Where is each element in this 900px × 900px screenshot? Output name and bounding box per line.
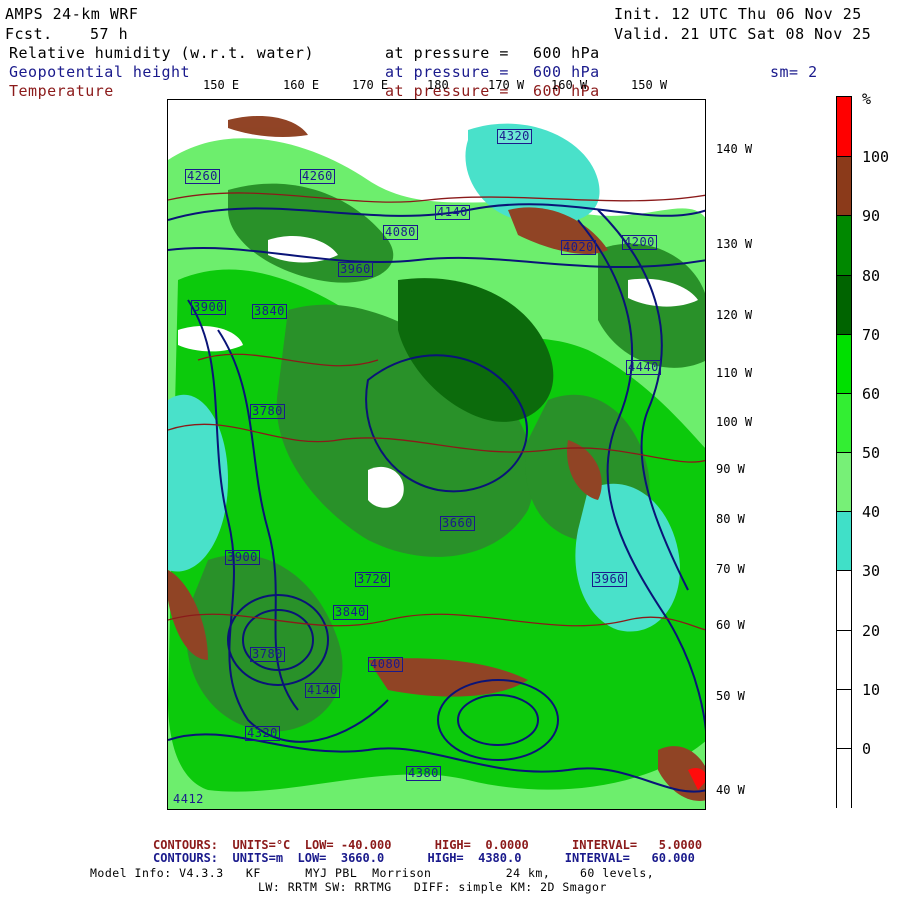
forecast-hour: 57 h xyxy=(90,25,129,43)
lat-label: 90 W xyxy=(716,462,745,476)
lat-label: 50 W xyxy=(716,689,745,703)
contour-label: 4260 xyxy=(300,169,335,184)
contour-label: 4200 xyxy=(622,235,657,250)
rh-shading xyxy=(168,115,705,809)
contour-label: 4260 xyxy=(185,169,220,184)
rh-colorbar xyxy=(836,96,852,808)
lon-label: 160 E xyxy=(283,78,320,92)
colorbar-segment xyxy=(837,688,851,749)
contour-label: 3900 xyxy=(191,300,226,315)
lon-label: 150 E xyxy=(203,78,240,92)
contour-label: 3720 xyxy=(355,572,390,587)
contour-label: 4140 xyxy=(305,683,340,698)
contour-label: 4080 xyxy=(383,225,418,240)
lon-label: 160 W xyxy=(551,78,588,92)
model-physics: LW: RRTM SW: RRTMG DIFF: simple KM: 2D S… xyxy=(258,880,607,894)
contour-label: 3900 xyxy=(225,550,260,565)
height-contour-info: CONTOURS: UNITS=m LOW= 3660.0 HIGH= 4380… xyxy=(153,851,695,865)
contour-label: 4320 xyxy=(497,129,532,144)
field-height-name: Geopotential height xyxy=(9,63,191,81)
field-rh-at: at pressure = xyxy=(385,44,509,62)
lat-label: 100 W xyxy=(716,415,753,429)
lat-label: 40 W xyxy=(716,783,745,797)
lon-label: 170 E xyxy=(352,78,389,92)
colorbar-tick-label: 0 xyxy=(862,739,872,758)
contour-label: 3960 xyxy=(338,262,373,277)
model-info: Model Info: V4.3.3 KF MYJ PBL Morrison 2… xyxy=(90,866,655,880)
colorbar-segment xyxy=(837,274,851,335)
colorbar-tick-label: 100 xyxy=(862,148,890,167)
colorbar-tick-label: 40 xyxy=(862,503,881,522)
contour-label: 4320 xyxy=(245,726,280,741)
colorbar-segment xyxy=(837,747,851,808)
colorbar-tick-label: 20 xyxy=(862,621,881,640)
lat-label: 60 W xyxy=(716,618,745,632)
lat-label: 70 W xyxy=(716,562,745,576)
contour-label: 4380 xyxy=(406,766,441,781)
colorbar-tick-label: 50 xyxy=(862,444,881,462)
colorbar-segment xyxy=(837,629,851,690)
lat-label: 140 W xyxy=(716,142,753,156)
colorbar-tick-label: 80 xyxy=(862,266,881,285)
contour-label: 3840 xyxy=(252,304,287,319)
lat-label: 120 W xyxy=(716,308,753,322)
colorbar-segment xyxy=(837,570,851,631)
lat-label: 80 W xyxy=(716,512,745,526)
contour-label: 3780 xyxy=(250,647,285,662)
contour-label: 3780 xyxy=(250,404,285,419)
field-rh-value: 600 hPa xyxy=(533,44,600,62)
colorbar-tick-label: 10 xyxy=(862,680,881,699)
colorbar-segment xyxy=(837,511,851,572)
lon-label: 150 W xyxy=(631,78,668,92)
field-rh-name: Relative humidity (w.r.t. water) xyxy=(9,44,314,62)
model-title: AMPS 24-km WRF xyxy=(5,5,139,23)
contour-label: 4412 xyxy=(173,792,204,806)
contour-label: 3660 xyxy=(440,516,475,531)
lat-label: 130 W xyxy=(716,237,753,251)
colorbar-segment xyxy=(837,215,851,276)
forecast-label: Fcst. xyxy=(5,25,53,43)
lon-label: 180 xyxy=(427,78,449,92)
colorbar-segment xyxy=(837,97,851,157)
colorbar-segment xyxy=(837,392,851,453)
init-time: Init. 12 UTC Thu 06 Nov 25 xyxy=(614,5,862,23)
colorbar-unit: % xyxy=(862,90,872,108)
colorbar-tick-label: 90 xyxy=(862,207,881,226)
valid-time: Valid. 21 UTC Sat 08 Nov 25 xyxy=(614,25,872,43)
colorbar-segment xyxy=(837,156,851,217)
lat-label: 110 W xyxy=(716,366,753,380)
contour-label: 3840 xyxy=(333,605,368,620)
lon-label: 170 W xyxy=(488,78,525,92)
contour-label: 4440 xyxy=(626,360,661,375)
contour-label: 3960 xyxy=(592,572,627,587)
contour-label: 4140 xyxy=(435,205,470,220)
colorbar-tick-label: 30 xyxy=(862,562,881,581)
contour-label: 4020 xyxy=(561,240,596,255)
smoothing-label: sm= 2 xyxy=(770,63,818,81)
colorbar-segment xyxy=(837,333,851,394)
field-temp-name: Temperature xyxy=(9,82,114,100)
contour-label: 4080 xyxy=(368,657,403,672)
colorbar-tick-label: 70 xyxy=(862,325,881,344)
colorbar-segment xyxy=(837,452,851,513)
colorbar-tick-label: 60 xyxy=(862,384,881,403)
